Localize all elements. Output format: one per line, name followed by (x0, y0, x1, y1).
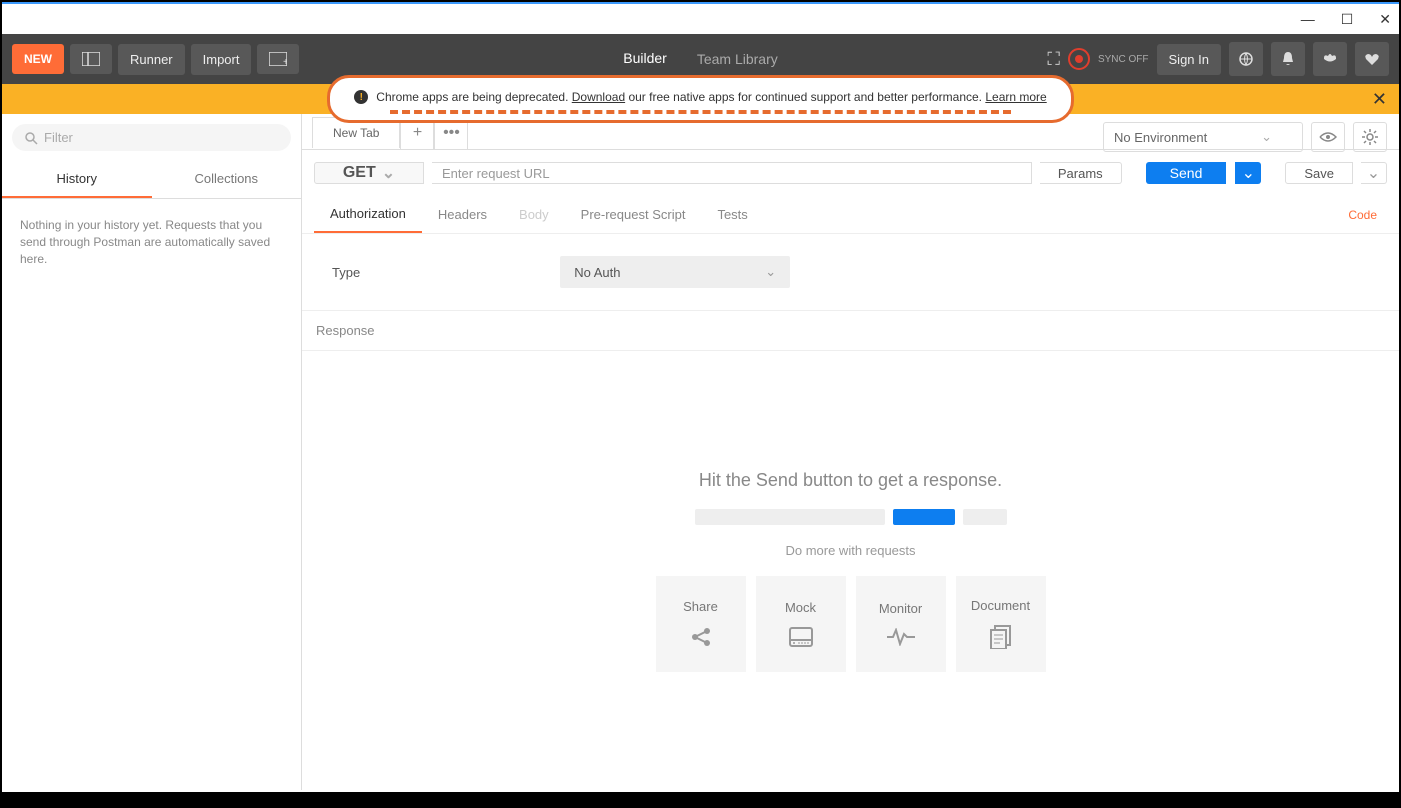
auth-type-select[interactable]: No Auth ⌄ (560, 256, 790, 288)
share-card[interactable]: Share (656, 576, 746, 672)
new-window-icon: + (269, 52, 287, 66)
response-empty-title: Hit the Send button to get a response. (699, 470, 1002, 491)
sign-in-button[interactable]: Sign In (1157, 44, 1221, 75)
method-label: GET (343, 164, 376, 182)
panel-icon (82, 52, 100, 66)
filter-placeholder: Filter (44, 130, 73, 145)
chevron-down-icon: ⌄ (1367, 163, 1380, 183)
save-button[interactable]: Save (1285, 162, 1353, 184)
close-window-button[interactable]: ✕ (1379, 11, 1391, 28)
capture-icon[interactable]: ⛶ (1047, 49, 1060, 70)
banner-text-1: Chrome apps are being deprecated. (376, 90, 571, 104)
learn-more-link[interactable]: Learn more (985, 90, 1046, 104)
settings-icon[interactable] (1313, 42, 1347, 76)
minimize-button[interactable]: — (1301, 11, 1315, 27)
url-placeholder: Enter request URL (442, 166, 550, 181)
params-button[interactable]: Params (1040, 162, 1122, 184)
code-link[interactable]: Code (1338, 198, 1387, 232)
runner-button[interactable]: Runner (118, 44, 185, 75)
new-window-button[interactable]: + (257, 44, 299, 74)
url-input[interactable]: Enter request URL (432, 162, 1032, 184)
body-subtab[interactable]: Body (503, 197, 565, 232)
save-dropdown-button[interactable]: ⌄ (1361, 162, 1387, 184)
heart-icon[interactable] (1355, 42, 1389, 76)
chevron-down-icon: ⌄ (765, 264, 776, 280)
banner-underline (390, 110, 1010, 114)
maximize-button[interactable]: ☐ (1341, 11, 1354, 28)
environment-select[interactable]: No Environment ⌄ (1103, 122, 1303, 152)
toggle-sidebar-button[interactable] (70, 44, 112, 74)
banner-text-2: our free native apps for continued suppo… (625, 90, 985, 104)
sync-status-label: SYNC OFF (1098, 54, 1149, 65)
import-button[interactable]: Import (191, 44, 252, 75)
history-tab[interactable]: History (2, 161, 152, 198)
environment-label: No Environment (1114, 130, 1207, 145)
document-card[interactable]: Document (956, 576, 1046, 672)
auth-type-label: Type (332, 265, 360, 280)
notifications-icon[interactable] (1271, 42, 1305, 76)
document-card-label: Document (971, 598, 1030, 613)
mock-card[interactable]: Mock (756, 576, 846, 672)
send-button[interactable]: Send (1146, 162, 1227, 184)
new-button[interactable]: NEW (12, 44, 64, 74)
response-header: Response (302, 311, 1399, 351)
main-panel: No Environment ⌄ New Tab + ••• GET ⌄ Ent… (302, 114, 1399, 790)
server-icon (789, 627, 813, 647)
auth-type-value: No Auth (574, 265, 620, 280)
share-icon (690, 626, 712, 648)
monitor-card[interactable]: Monitor (856, 576, 946, 672)
prerequest-subtab[interactable]: Pre-request Script (565, 197, 702, 232)
search-icon (24, 131, 38, 145)
sync-status-icon[interactable] (1068, 48, 1090, 70)
mock-card-label: Mock (785, 600, 816, 615)
share-card-label: Share (683, 599, 718, 614)
collections-tab[interactable]: Collections (152, 161, 302, 198)
response-empty-state: Hit the Send button to get a response. D… (302, 351, 1399, 790)
response-skeleton (695, 509, 1007, 525)
chevron-down-icon: ⌄ (1261, 129, 1272, 145)
browse-icon[interactable] (1229, 42, 1263, 76)
download-link[interactable]: Download (572, 90, 625, 104)
window-titlebar: — ☐ ✕ (2, 4, 1399, 34)
tests-subtab[interactable]: Tests (701, 197, 763, 232)
chevron-down-icon: ⌄ (382, 163, 395, 183)
heartbeat-icon (887, 628, 915, 646)
deprecation-banner: ! Chrome apps are being deprecated. Down… (2, 84, 1399, 114)
sidebar: Filter History Collections Nothing in yo… (2, 114, 302, 790)
filter-input[interactable]: Filter (12, 124, 291, 151)
headers-subtab[interactable]: Headers (422, 197, 503, 232)
do-more-label: Do more with requests (785, 543, 915, 558)
svg-text:+: + (283, 57, 287, 66)
send-dropdown-button[interactable]: ⌄ (1235, 162, 1261, 184)
authorization-subtab[interactable]: Authorization (314, 196, 422, 233)
monitor-card-label: Monitor (879, 601, 922, 616)
document-icon (990, 625, 1012, 649)
chevron-down-icon: ⌄ (1242, 163, 1255, 183)
alert-icon: ! (354, 90, 368, 104)
banner-close-button[interactable]: ✕ (1372, 89, 1387, 110)
history-empty-message: Nothing in your history yet. Requests th… (2, 199, 301, 285)
method-select[interactable]: GET ⌄ (314, 162, 424, 184)
